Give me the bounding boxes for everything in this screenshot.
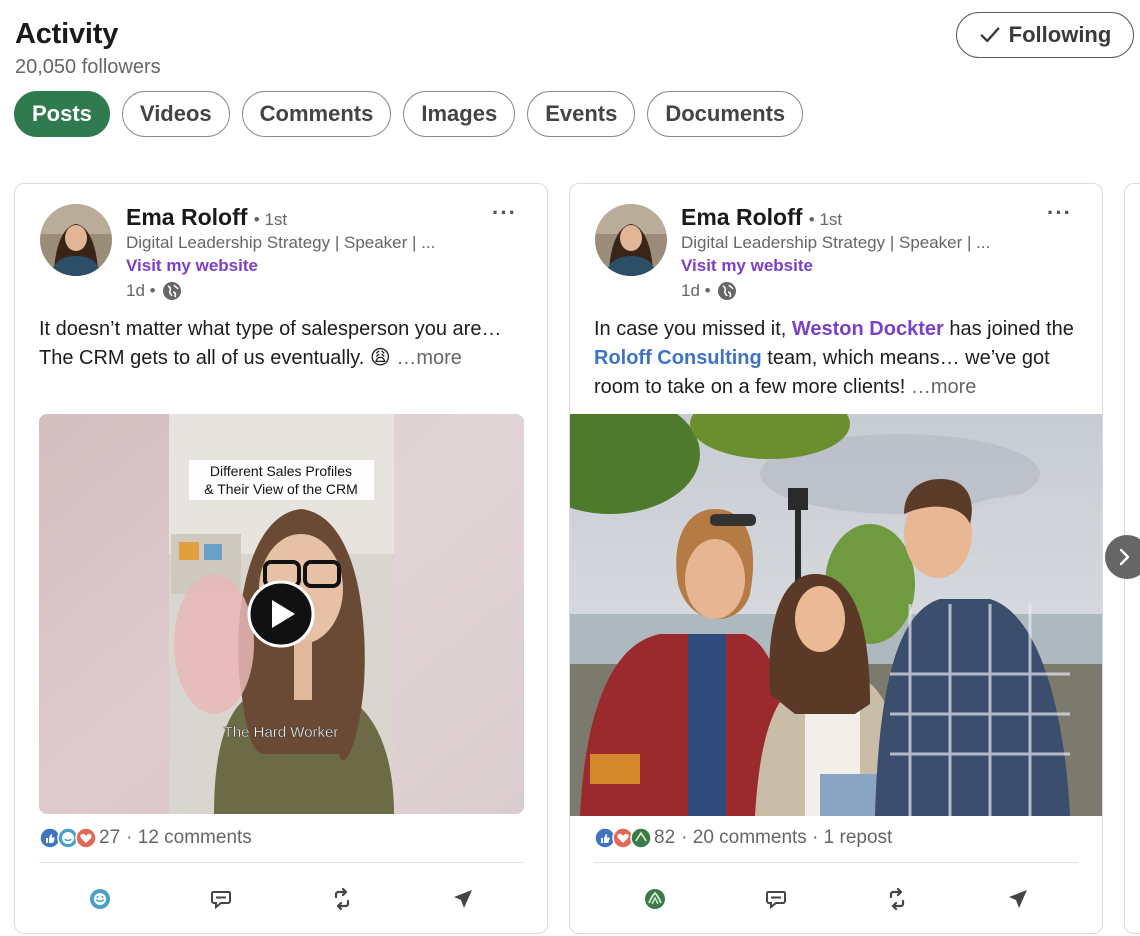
post-options-button[interactable]: ··· xyxy=(1047,200,1072,226)
comment-button[interactable] xyxy=(191,884,251,914)
send-icon xyxy=(1008,890,1027,908)
company-link[interactable]: Roloff Consulting xyxy=(594,347,762,369)
post-options-button[interactable]: ··· xyxy=(492,200,517,226)
tab-posts[interactable]: Posts xyxy=(14,91,110,137)
avatar[interactable] xyxy=(595,204,667,276)
play-icon[interactable] xyxy=(247,580,315,648)
page-title: Activity xyxy=(15,18,119,50)
globe-icon xyxy=(162,282,181,300)
social-counts[interactable]: 82 · 20 comments · 1 repost xyxy=(594,827,892,849)
avatar[interactable] xyxy=(40,204,112,276)
post-card: Ema Roloff • 1st Digital Leadership Stra… xyxy=(14,183,548,934)
post-image[interactable] xyxy=(570,414,1102,816)
activity-tabs: Posts Videos Comments Images Events Docu… xyxy=(14,91,804,137)
video-overlay-subtitle: & Their View of the CRM xyxy=(204,481,358,497)
react-icon xyxy=(89,889,110,909)
divider xyxy=(39,862,523,863)
comment-count[interactable]: · 12 comments xyxy=(126,827,252,849)
repost-button[interactable] xyxy=(867,884,927,914)
reaction-icons xyxy=(39,827,97,849)
see-more-link[interactable]: …more xyxy=(911,376,977,398)
tab-documents[interactable]: Documents xyxy=(647,91,804,137)
followers-count: 20,050 followers xyxy=(15,56,161,78)
social-counts[interactable]: 27 · 12 comments xyxy=(39,827,252,849)
support-icon xyxy=(644,889,665,909)
comment-count[interactable]: · 20 comments · 1 repost xyxy=(681,827,892,849)
activity-header: Activity 20,050 followers Following Post… xyxy=(0,0,1140,150)
post-time: 1d • xyxy=(126,281,182,301)
repost-icon xyxy=(889,887,904,911)
website-link[interactable]: Visit my website xyxy=(681,256,813,276)
send-icon xyxy=(453,890,472,908)
reaction-count[interactable]: 82 xyxy=(654,827,675,849)
post-text: It doesn’t matter what type of salespers… xyxy=(39,318,502,369)
repost-icon xyxy=(334,887,349,911)
author-name[interactable]: Ema Roloff • 1st xyxy=(126,204,287,231)
love-reaction-icon xyxy=(75,827,97,849)
see-more-link[interactable]: …more xyxy=(396,347,462,369)
author-name[interactable]: Ema Roloff • 1st xyxy=(681,204,842,231)
following-label: Following xyxy=(1008,22,1112,47)
connection-degree: • 1st xyxy=(808,210,843,229)
send-button[interactable] xyxy=(988,884,1048,914)
post-text: In case you missed it, Weston Dockter ha… xyxy=(594,318,1074,398)
post-actions xyxy=(594,884,1078,914)
globe-icon xyxy=(717,282,736,300)
video-caption: The Hard Worker xyxy=(224,724,339,741)
divider xyxy=(594,862,1078,863)
tab-events[interactable]: Events xyxy=(527,91,636,137)
tab-comments[interactable]: Comments xyxy=(241,91,392,137)
chevron-right-icon xyxy=(1119,548,1130,566)
react-button[interactable] xyxy=(625,884,685,914)
comment-button[interactable] xyxy=(746,884,806,914)
website-link[interactable]: Visit my website xyxy=(126,256,258,276)
react-button[interactable] xyxy=(70,884,130,914)
post-card: Ema Roloff • 1st Digital Leadership Stra… xyxy=(569,183,1103,934)
repost-button[interactable] xyxy=(312,884,372,914)
author-headline: Digital Leadership Strategy | Speaker | … xyxy=(126,233,436,252)
comment-icon xyxy=(765,891,786,910)
post-time: 1d • xyxy=(681,281,737,301)
following-button[interactable]: Following xyxy=(956,12,1134,58)
tab-videos[interactable]: Videos xyxy=(121,91,230,137)
author-headline: Digital Leadership Strategy | Speaker | … xyxy=(681,233,991,252)
post-video[interactable]: Different Sales Profiles & Their View of… xyxy=(39,414,524,814)
carousel-next-button[interactable] xyxy=(1105,535,1140,579)
reaction-icons xyxy=(594,827,652,849)
send-button[interactable] xyxy=(433,884,493,914)
connection-degree: • 1st xyxy=(253,210,288,229)
mention-link[interactable]: Weston Dockter xyxy=(792,318,944,340)
check-icon xyxy=(980,27,1000,43)
video-overlay-title: Different Sales Profiles xyxy=(210,463,352,479)
comment-icon xyxy=(210,891,231,910)
reaction-count[interactable]: 27 xyxy=(99,827,120,849)
support-reaction-icon xyxy=(630,827,652,849)
post-actions xyxy=(39,884,523,914)
tab-images[interactable]: Images xyxy=(403,91,516,137)
